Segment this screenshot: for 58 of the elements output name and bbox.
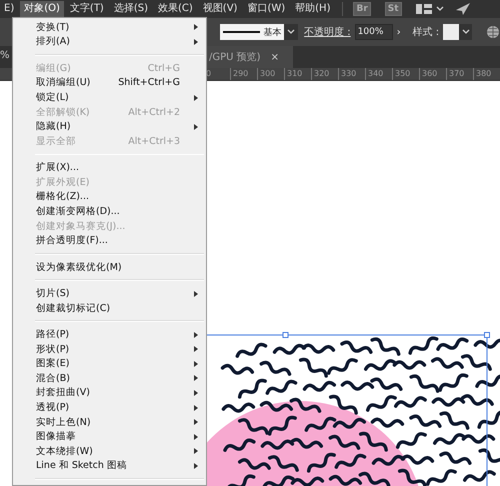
caret-icon	[462, 29, 470, 35]
menu-item[interactable]: 拼合透明度(F)...	[13, 233, 206, 248]
menu-item[interactable]: 创建渐变网格(D)...	[13, 204, 206, 219]
ruler-number: 320	[311, 68, 338, 80]
menu-item[interactable]: 透视(P)	[13, 400, 206, 415]
menu-item[interactable]: 创建裁切标记(C)	[13, 300, 206, 316]
opacity-arrow-button[interactable]: ›	[392, 26, 405, 38]
menu-item[interactable]: 排列(A)	[13, 34, 206, 50]
layout-icon[interactable]	[416, 4, 432, 14]
menu-item[interactable]: 锁定(L)	[13, 90, 206, 105]
menu-item[interactable]: 文本绕排(W)	[13, 444, 206, 459]
ruler-number: 340	[365, 68, 392, 80]
ruler-number: 300	[257, 68, 284, 80]
ruler-number: 350	[392, 68, 419, 80]
caret-icon[interactable]	[436, 6, 444, 12]
menu-bar-item[interactable]: 文字(T)	[66, 1, 108, 17]
menu-item[interactable]: 混合(B)	[13, 371, 206, 386]
style-swatch[interactable]	[443, 24, 459, 40]
zoom-fragment: %	[0, 50, 10, 61]
menu-item[interactable]: 栅格化(Z)...	[13, 190, 206, 204]
document-title: /GPU 预览)	[209, 51, 261, 64]
menu-item[interactable]: 图像描摹	[13, 429, 206, 444]
menu-item[interactable]: 封套扭曲(V)	[13, 386, 206, 400]
globe-icon[interactable]	[486, 25, 500, 39]
style-label: 样式 :	[412, 26, 440, 39]
stroke-dropdown[interactable]: 基本	[220, 24, 284, 40]
close-button[interactable]: ×	[270, 52, 279, 62]
menu-item[interactable]: 切片(S)	[13, 286, 206, 301]
menu-bar-item[interactable]: 选择(S)	[110, 1, 152, 17]
stroke-caret-button[interactable]	[284, 24, 298, 40]
menu-item[interactable]: 扩展(X)...	[13, 160, 206, 176]
menu-bar-item[interactable]: 对象(O)	[20, 1, 64, 17]
ruler-number: 330	[338, 68, 365, 80]
menu-bar-item[interactable]: 窗口(W)	[243, 1, 290, 17]
menu-bar-item[interactable]: 帮助(H)	[291, 1, 334, 17]
ruler-number: 370	[446, 68, 473, 80]
style-caret-button[interactable]	[458, 24, 472, 40]
ruler-number: 290	[230, 68, 257, 80]
menu-item[interactable]: Line 和 Sketch 图稿	[13, 458, 206, 474]
menu-item[interactable]: 路径(P)	[13, 327, 206, 342]
opacity-field[interactable]: 100%	[354, 24, 393, 40]
caret-icon	[287, 29, 296, 35]
menu-item[interactable]: 隐藏(H)	[13, 119, 206, 134]
menu-item[interactable]: 变换(T)	[13, 20, 206, 35]
opacity-label[interactable]: 不透明度 :	[304, 25, 351, 39]
menu-bar-item[interactable]: 视图(V)	[198, 1, 242, 17]
menu-item[interactable]: 实时上色(N)	[13, 414, 206, 430]
paper-plane-icon[interactable]	[456, 3, 470, 15]
menu-item[interactable]: 形状(P)	[13, 342, 206, 357]
menu-item[interactable]: 图案(E)	[13, 356, 206, 372]
menu-item[interactable]: 设为像素级优化(M)	[13, 260, 206, 274]
ruler-number: 360	[419, 68, 446, 80]
ruler-number: 310	[284, 68, 311, 80]
menu-bar-item[interactable]: 效果(C)	[154, 1, 197, 17]
ruler-number: 380	[473, 68, 500, 80]
menu-bar-item[interactable]: E)	[0, 1, 18, 17]
document-tab[interactable]: /GPU 预览) ×	[207, 46, 293, 68]
menu-item[interactable]: 取消编组(U) Shift+Ctrl+G	[13, 76, 206, 90]
